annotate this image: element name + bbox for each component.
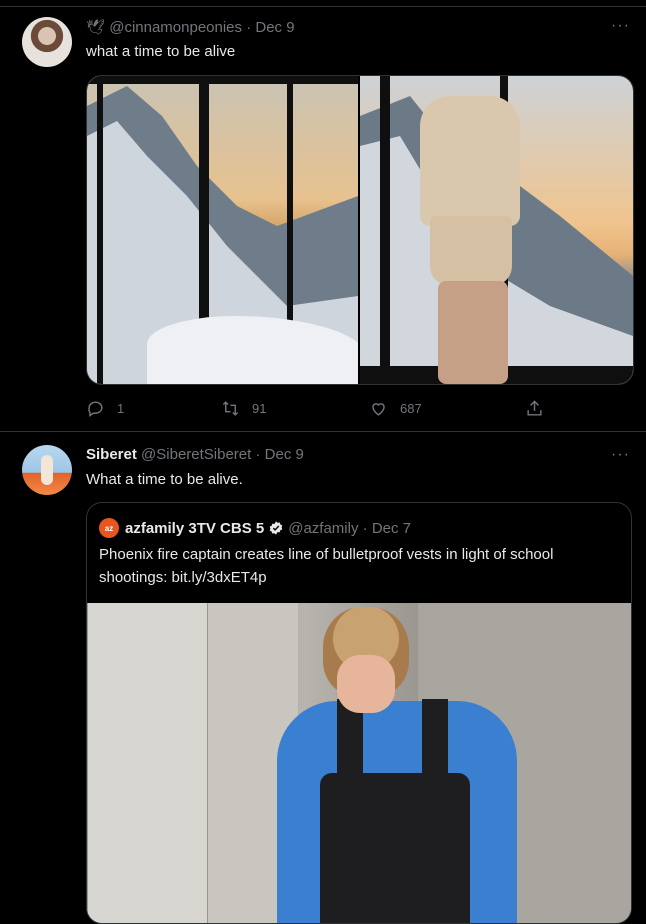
like-count: 687 [400, 401, 422, 416]
like-button[interactable]: 687 [369, 399, 422, 418]
tweet-header: 🕊 @cinnamonpeonies · Dec 9 [86, 18, 295, 36]
shorts [430, 216, 512, 286]
separator: · [255, 446, 261, 463]
user-handle[interactable]: @SiberetSiberet [141, 446, 251, 463]
display-name[interactable]: Siberet [86, 446, 137, 463]
timeline-divider [0, 0, 646, 7]
share-button[interactable] [525, 399, 556, 418]
bulletproof-vest [320, 773, 470, 923]
avatar[interactable] [22, 17, 72, 67]
more-icon[interactable]: ··· [611, 17, 630, 35]
window-frame [97, 76, 103, 384]
legs [438, 281, 508, 384]
quoted-tweet-text: Phoenix fire captain creates line of bul… [99, 546, 554, 586]
share-icon [527, 400, 542, 416]
quoted-tweet-photo[interactable] [87, 603, 631, 923]
tweet-actions: 1 91 687 [86, 399, 632, 419]
more-icon[interactable]: ··· [611, 446, 630, 464]
reply-count: 1 [117, 401, 125, 416]
window-frame [287, 76, 293, 326]
reply-icon [88, 401, 103, 418]
media-grid[interactable] [86, 75, 634, 385]
tweet[interactable]: 🕊 @cinnamonpeonies · Dec 9 ··· what a ti… [0, 7, 646, 432]
tweet-date[interactable]: Dec 9 [265, 446, 304, 463]
face [337, 655, 395, 713]
quoted-tweet[interactable]: az azfamily 3TV CBS 5 @azfamily · Dec 7 … [86, 502, 632, 924]
photo-bed-mountain-view[interactable] [87, 76, 358, 384]
separator: · [246, 19, 252, 36]
avatar[interactable]: az [99, 518, 119, 538]
tweet-header: Siberet @SiberetSiberet · Dec 9 [86, 446, 304, 463]
quoted-tweet-header: az azfamily 3TV CBS 5 @azfamily · Dec 7 [99, 518, 411, 538]
avatar[interactable] [22, 445, 72, 495]
tweet-date[interactable]: Dec 7 [372, 520, 411, 537]
like-icon [372, 403, 385, 416]
user-handle[interactable]: @azfamily [288, 520, 358, 537]
tweet-text: what a time to be alive [86, 43, 236, 60]
locker [87, 603, 208, 923]
bird-badge-icon: 🕊 [86, 19, 106, 36]
reply-button[interactable]: 1 [86, 399, 124, 418]
separator: · [362, 519, 368, 537]
retweet-count: 91 [252, 401, 267, 416]
tweet-text: What a time to be alive. [86, 471, 243, 488]
retweet-icon [222, 401, 239, 416]
window-frame [380, 76, 390, 384]
user-handle[interactable]: @cinnamonpeonies [109, 19, 242, 36]
display-name[interactable]: azfamily 3TV CBS 5 [125, 520, 264, 537]
tweet-date[interactable]: Dec 9 [255, 19, 294, 36]
retweet-button[interactable]: 91 [221, 399, 266, 418]
tweet[interactable]: Siberet @SiberetSiberet · Dec 9 ··· What… [0, 432, 646, 924]
sweater [420, 96, 520, 226]
photo-woman-stretching[interactable] [360, 76, 633, 384]
verified-icon [269, 521, 283, 535]
window-frame [87, 76, 358, 84]
